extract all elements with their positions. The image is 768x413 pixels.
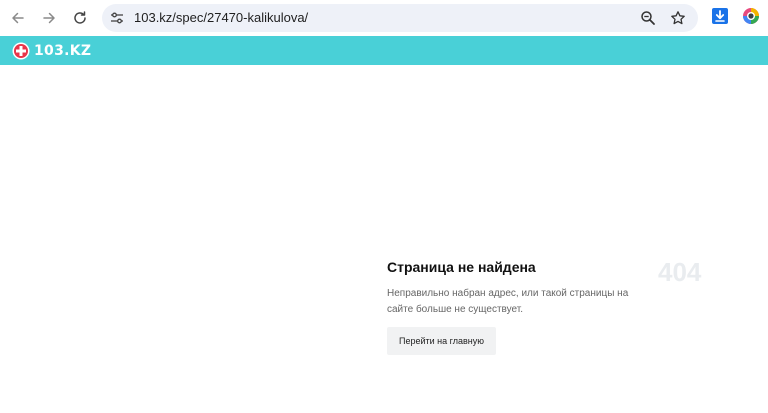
url-text[interactable]: 103.kz/spec/27470-kalikulova/ — [134, 4, 308, 32]
error-description: Неправильно набран адрес, или такой стра… — [387, 288, 629, 315]
download-icon[interactable] — [710, 6, 730, 26]
arrow-right-icon — [43, 12, 55, 24]
back-button[interactable] — [6, 6, 30, 30]
reload-icon — [74, 11, 86, 24]
forward-button[interactable] — [37, 6, 61, 30]
go-home-button[interactable]: Перейти на главную — [387, 327, 496, 355]
arrow-left-icon — [12, 12, 24, 24]
color-picker-icon[interactable] — [742, 7, 760, 25]
address-bar[interactable]: 103.kz/spec/27470-kalikulova/ — [102, 4, 698, 32]
reload-button[interactable] — [68, 6, 92, 30]
browser-toolbar: 103.kz/spec/27470-kalikulova/ — [0, 0, 768, 36]
medical-cross-icon — [12, 42, 30, 59]
logo-text: 103.KZ — [34, 42, 92, 59]
site-logo[interactable]: 103.KZ — [12, 41, 91, 60]
error-code: 404 — [658, 257, 702, 287]
zoom-icon[interactable] — [640, 10, 656, 26]
error-title: Страница не найдена — [387, 259, 536, 275]
tune-icon[interactable] — [110, 11, 124, 25]
star-icon[interactable] — [670, 10, 686, 26]
site-header: 103.KZ — [0, 36, 768, 65]
main-content: Страница не найдена 404 Неправильно набр… — [0, 65, 768, 413]
